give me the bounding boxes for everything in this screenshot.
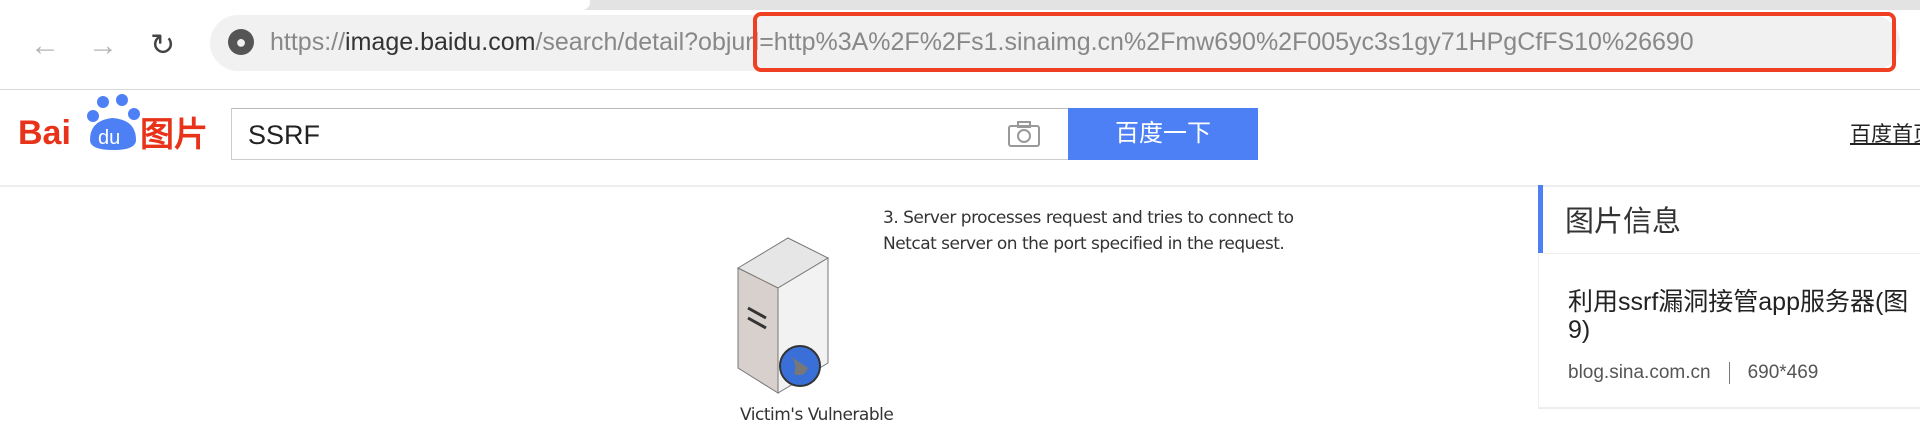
- camera-icon[interactable]: [1007, 120, 1041, 148]
- caption-line: 3. Server processes request and tries to…: [883, 208, 1294, 228]
- panel-divider: [1543, 253, 1920, 254]
- caption-line: Netcat server on the port specified in t…: [883, 234, 1285, 254]
- back-icon[interactable]: ←: [30, 28, 60, 64]
- svg-text:图片: 图片: [140, 115, 208, 154]
- search-box: [231, 108, 1069, 160]
- baidu-home-link[interactable]: 百度首页: [1850, 118, 1920, 148]
- panel-accent-bar: [1538, 185, 1543, 253]
- url-path: /search/detail: [535, 28, 685, 56]
- search-input[interactable]: [248, 118, 988, 152]
- baidu-logo[interactable]: Bai du 图片: [18, 92, 218, 154]
- url-scheme: https://: [270, 28, 346, 56]
- panel-title: 图片信息: [1565, 206, 1682, 238]
- svg-text:Bai: Bai: [18, 114, 71, 152]
- image-label: Victim's Vulnerable: [740, 405, 894, 425]
- image-caption: 3. Server processes request and tries to…: [883, 205, 1294, 257]
- tab-strip: [0, 0, 1920, 10]
- image-source[interactable]: blog.sina.com.cn: [1568, 362, 1711, 383]
- globe-icon[interactable]: ●: [228, 29, 254, 55]
- meta-separator: [1728, 362, 1730, 384]
- active-tab[interactable]: [0, 0, 590, 10]
- reload-icon[interactable]: ↻: [150, 28, 175, 64]
- highlight-box: [753, 12, 1896, 72]
- server-icon: [736, 237, 830, 394]
- image-meta: blog.sina.com.cn 690*469: [1568, 362, 1818, 384]
- svg-text:du: du: [98, 127, 120, 149]
- image-title-cont[interactable]: 9): [1568, 316, 1590, 345]
- search-button[interactable]: 百度一下: [1068, 108, 1258, 160]
- image-size: 690*469: [1747, 362, 1819, 384]
- url-host: image.baidu.com: [345, 28, 536, 56]
- image-title[interactable]: 利用ssrf漏洞接管app服务器(图: [1568, 282, 1908, 318]
- forward-icon[interactable]: →: [88, 28, 118, 64]
